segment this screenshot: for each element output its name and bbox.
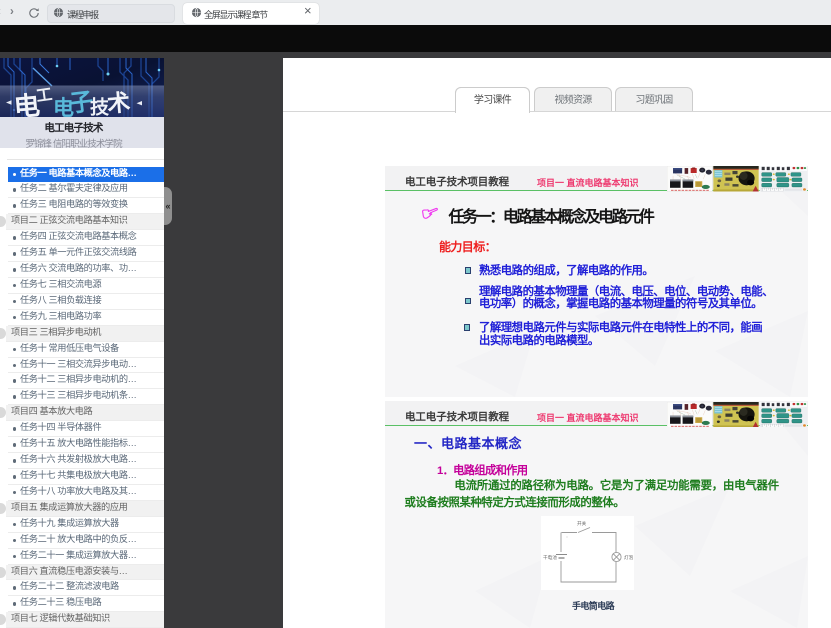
svg-text:术: 术 (106, 89, 131, 117)
svg-text:开关: 开关 (577, 520, 587, 527)
svg-text:工: 工 (35, 86, 53, 105)
svg-text:干电池: 干电池 (543, 554, 557, 561)
svg-text:灯泡: 灯泡 (624, 554, 634, 561)
